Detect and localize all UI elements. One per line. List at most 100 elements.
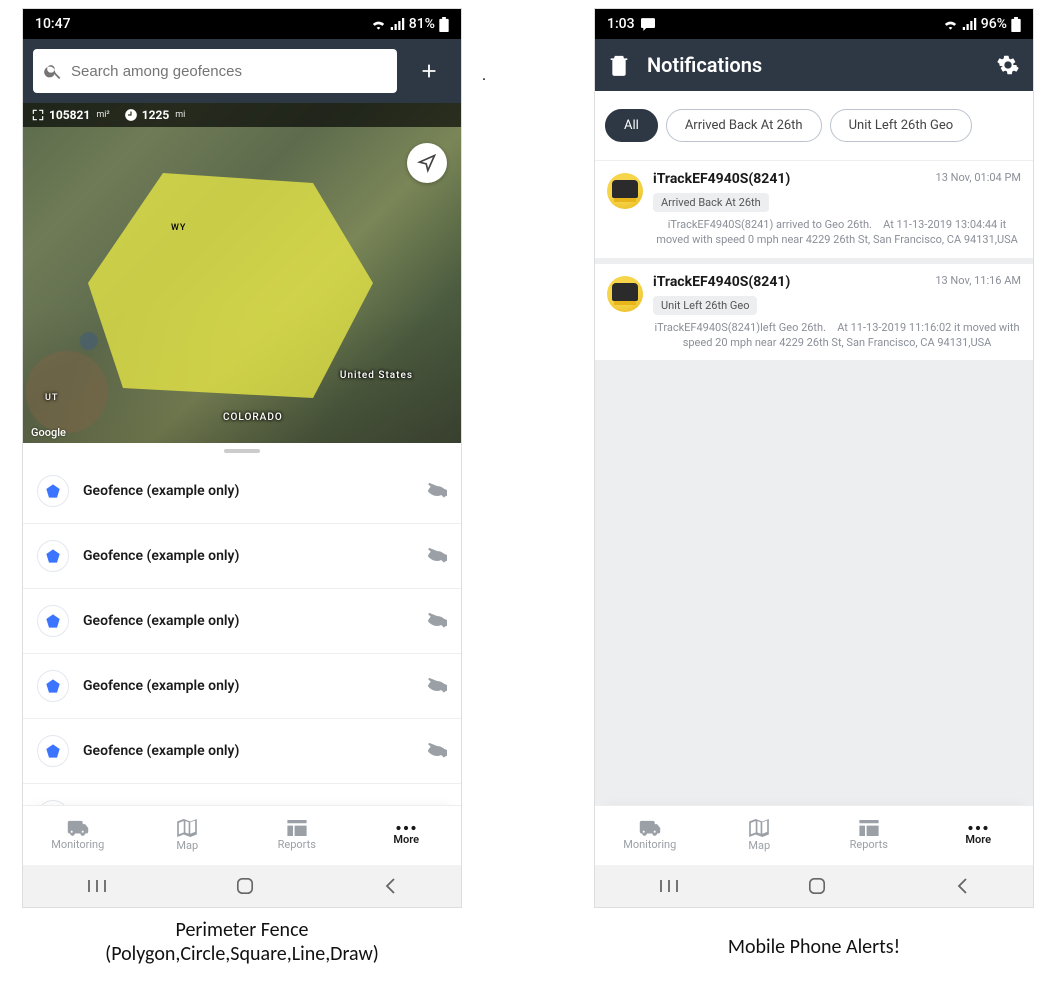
notification-card[interactable]: iTrackEF4940S(8241)Unit Left 26th Geo13 …: [595, 264, 1033, 361]
geofence-name: Geofence (example only): [83, 678, 413, 694]
search-field[interactable]: [71, 63, 387, 80]
visibility-off-icon[interactable]: [427, 677, 447, 695]
notification-tag: Unit Left 26th Geo: [653, 296, 757, 315]
filter-chip-arrived[interactable]: Arrived Back At 26th: [666, 109, 822, 142]
android-nav-bar: [23, 865, 461, 907]
visibility-off-icon[interactable]: [427, 742, 447, 760]
header-bar: Notifications: [595, 39, 1033, 91]
page-title: Notifications: [647, 53, 979, 77]
pentagon-icon: [37, 540, 69, 572]
geofence-item[interactable]: Geofence (example only): [23, 524, 461, 589]
van-icon: [67, 820, 89, 836]
visibility-off-icon[interactable]: [427, 547, 447, 565]
search-input[interactable]: [33, 49, 397, 93]
nav-monitoring[interactable]: Monitoring: [595, 806, 705, 865]
home-button[interactable]: [236, 877, 254, 895]
vehicle-icon: [607, 276, 643, 312]
geofence-name: Geofence (example only): [83, 743, 413, 759]
map-label-us: United States: [340, 370, 413, 381]
geofence-list[interactable]: Geofence (example only) Geofence (example…: [23, 459, 461, 848]
nav-monitoring-label: Monitoring: [623, 838, 676, 851]
phone-notifications: 1:03 96% Notifications All Arrived Back …: [594, 8, 1034, 908]
nav-more-label: More: [393, 833, 419, 846]
bottom-nav: Monitoring Map Reports More: [595, 805, 1033, 865]
geofence-polygon[interactable]: [83, 163, 383, 403]
reports-icon: [859, 820, 879, 836]
nav-more[interactable]: More: [924, 806, 1034, 865]
filter-chip-all[interactable]: All: [605, 109, 658, 142]
notification-time: 13 Nov, 01:04 PM: [936, 171, 1021, 184]
recents-button[interactable]: [87, 878, 107, 894]
van-icon: [639, 820, 661, 836]
pentagon-icon: [37, 475, 69, 507]
plus-icon: [418, 60, 440, 82]
geofence-item[interactable]: Geofence (example only): [23, 719, 461, 784]
nav-reports-label: Reports: [850, 838, 888, 851]
notification-title: iTrackEF4940S(8241): [653, 274, 925, 290]
caption-right: Mobile Phone Alerts!: [594, 935, 1034, 959]
home-button[interactable]: [808, 877, 826, 895]
nav-map[interactable]: Map: [705, 806, 815, 865]
geofence-item[interactable]: Geofence (example only): [23, 589, 461, 654]
wifi-icon: [943, 18, 958, 30]
add-button[interactable]: [407, 49, 451, 93]
separator-dot: .: [482, 65, 486, 84]
more-icon: [396, 825, 416, 831]
map[interactable]: 105821 mi² 1225 mi WY COLORADO United St…: [23, 103, 461, 443]
back-button[interactable]: [383, 877, 397, 895]
nav-map[interactable]: Map: [133, 806, 243, 865]
message-icon: [641, 18, 655, 31]
header-bar: [23, 39, 461, 103]
map-label-wy: WY: [171, 223, 186, 233]
nav-reports[interactable]: Reports: [242, 806, 352, 865]
visibility-off-icon[interactable]: [427, 612, 447, 630]
signal-icon: [962, 18, 977, 30]
bottom-nav: Monitoring Map Reports More: [23, 805, 461, 865]
caption-left-line1: Perimeter Fence: [22, 918, 462, 942]
geofence-item[interactable]: Geofence (example only): [23, 459, 461, 524]
pentagon-icon: [37, 670, 69, 702]
pentagon-icon: [37, 735, 69, 767]
status-battery: 81%: [409, 16, 435, 32]
search-icon: [43, 61, 63, 81]
recents-button[interactable]: [659, 878, 679, 894]
location-arrow-icon: [417, 153, 437, 173]
wifi-icon: [371, 18, 386, 30]
drag-handle[interactable]: [224, 449, 260, 453]
perimeter-icon: [124, 108, 138, 122]
map-icon: [177, 819, 197, 837]
filter-chip-left[interactable]: Unit Left 26th Geo: [830, 109, 973, 142]
map-stats: 105821 mi² 1225 mi: [23, 103, 461, 127]
notification-tag: Arrived Back At 26th: [653, 193, 769, 212]
notification-card[interactable]: iTrackEF4940S(8241) Arrived Back At 26th 1…: [595, 161, 1033, 258]
visibility-off-icon[interactable]: [427, 482, 447, 500]
more-icon: [968, 825, 988, 831]
caption-left-line2: (Polygon,Circle,Square,Line,Draw): [22, 942, 462, 966]
notification-list[interactable]: iTrackEF4940S(8241) Arrived Back At 26th 1…: [595, 161, 1033, 817]
nav-more-label: More: [965, 833, 991, 846]
stat-area-unit: mi²: [96, 110, 109, 120]
battery-icon: [439, 17, 449, 32]
nav-monitoring[interactable]: Monitoring: [23, 806, 133, 865]
status-time: 1:03: [607, 16, 635, 32]
map-label-ut: UT: [45, 393, 58, 403]
status-bar: 10:47 81%: [23, 9, 461, 39]
map-icon: [749, 819, 769, 837]
filter-row: All Arrived Back At 26th Unit Left 26th …: [595, 91, 1033, 161]
nav-reports[interactable]: Reports: [814, 806, 924, 865]
reports-icon: [287, 820, 307, 836]
geofence-item[interactable]: Geofence (example only): [23, 654, 461, 719]
nav-monitoring-label: Monitoring: [51, 838, 104, 851]
nav-map-label: Map: [176, 839, 198, 852]
gear-icon[interactable]: [997, 54, 1019, 76]
caption-left: Perimeter Fence (Polygon,Circle,Square,L…: [22, 918, 462, 966]
notification-title: iTrackEF4940S(8241): [653, 171, 926, 187]
geofence-name: Geofence (example only): [83, 548, 413, 564]
trash-icon[interactable]: [609, 54, 629, 76]
locate-me-button[interactable]: [407, 143, 447, 183]
nav-more[interactable]: More: [352, 806, 462, 865]
vehicle-icon: [607, 173, 643, 209]
android-nav-bar: [595, 865, 1033, 907]
status-time: 10:47: [35, 16, 71, 32]
back-button[interactable]: [955, 877, 969, 895]
